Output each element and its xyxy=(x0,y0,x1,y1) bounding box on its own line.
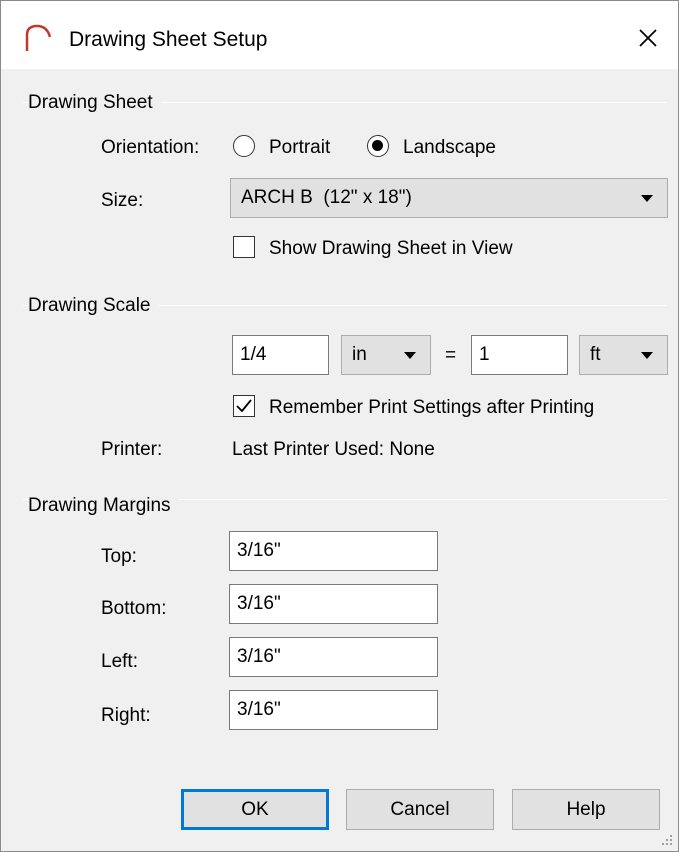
arch-icon xyxy=(25,24,52,51)
portrait-label[interactable]: Portrait xyxy=(269,137,330,159)
orientation-label: Orientation: xyxy=(101,137,200,158)
chevron-down-icon xyxy=(404,351,416,359)
cancel-button[interactable]: Cancel xyxy=(346,789,494,830)
resize-grip-icon[interactable] xyxy=(660,833,674,847)
close-button[interactable] xyxy=(618,15,678,61)
remember-settings-label[interactable]: Remember Print Settings after Printing xyxy=(269,397,594,419)
left-margin-label: Left: xyxy=(101,651,138,672)
help-button[interactable]: Help xyxy=(512,789,660,830)
landscape-radio[interactable] xyxy=(367,135,389,157)
drawing-sheet-setup-dialog: Drawing Sheet Setup Drawing Sheet Orient… xyxy=(0,0,679,852)
printer-label: Printer: xyxy=(101,439,163,460)
right-margin-input[interactable]: 3/16" xyxy=(229,690,438,730)
scale-right-unit-value: ft xyxy=(590,344,601,365)
window-title: Drawing Sheet Setup xyxy=(69,28,268,51)
close-icon xyxy=(639,29,657,47)
equals-sign: = xyxy=(445,345,457,366)
top-margin-label: Top: xyxy=(101,546,137,567)
scale-left-unit-value: in xyxy=(352,344,367,365)
right-margin-label: Right: xyxy=(101,705,151,726)
chevron-down-icon xyxy=(641,351,653,359)
scale-right-unit-select[interactable]: ft xyxy=(579,335,668,375)
show-sheet-checkbox[interactable] xyxy=(233,236,255,258)
drawing-sheet-group-label: Drawing Sheet xyxy=(28,92,161,114)
title-bar: Drawing Sheet Setup xyxy=(1,1,678,69)
drawing-margins-group-label: Drawing Margins xyxy=(28,495,179,517)
size-label: Size: xyxy=(101,190,144,211)
remember-settings-checkbox[interactable] xyxy=(233,395,255,417)
top-margin-input[interactable]: 3/16" xyxy=(229,531,438,571)
scale-left-unit-select[interactable]: in xyxy=(341,335,431,375)
scale-right-input[interactable]: 1 xyxy=(471,335,568,375)
show-sheet-label[interactable]: Show Drawing Sheet in View xyxy=(269,238,513,260)
checkmark-icon xyxy=(236,399,252,413)
chevron-down-icon xyxy=(641,194,653,202)
landscape-label[interactable]: Landscape xyxy=(403,137,496,159)
ok-button[interactable]: OK xyxy=(181,789,329,830)
sheet-size-value: ARCH B (12" x 18") xyxy=(241,187,412,208)
bottom-margin-label: Bottom: xyxy=(101,598,167,619)
left-margin-input[interactable]: 3/16" xyxy=(229,637,438,677)
scale-left-input[interactable]: 1/4 xyxy=(232,335,329,375)
portrait-radio[interactable] xyxy=(233,135,255,157)
bottom-margin-input[interactable]: 3/16" xyxy=(229,584,438,624)
drawing-scale-group-label: Drawing Scale xyxy=(28,295,159,317)
sheet-size-select[interactable]: ARCH B (12" x 18") xyxy=(230,178,668,218)
printer-value: Last Printer Used: None xyxy=(232,439,435,460)
